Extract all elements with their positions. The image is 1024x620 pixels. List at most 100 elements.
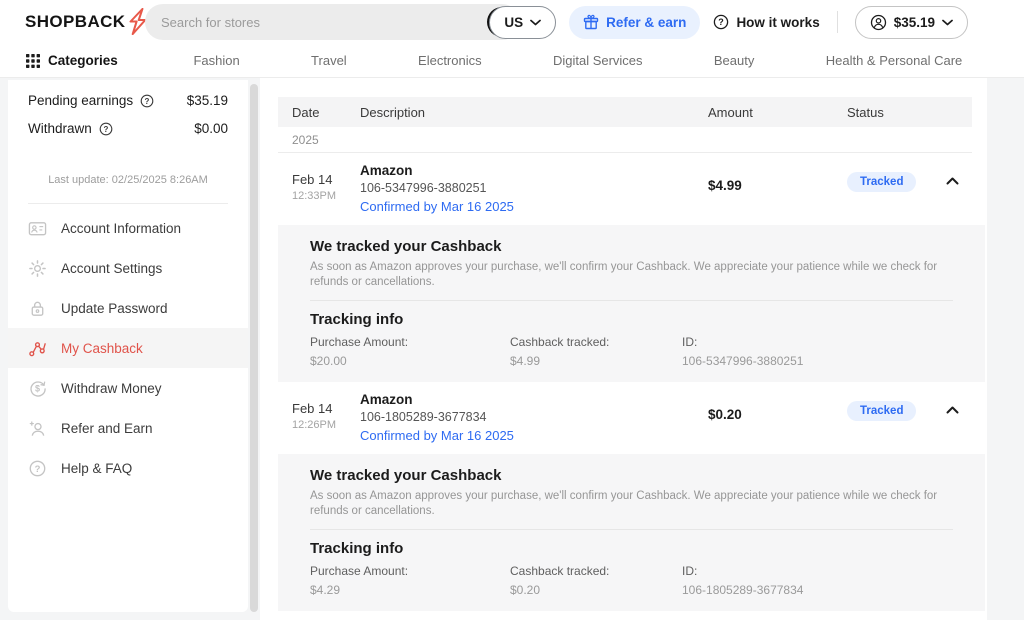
nav-item-electronics[interactable]: Electronics — [418, 53, 482, 68]
status-badge[interactable]: Tracked — [847, 401, 916, 421]
shopback-logo[interactable]: SHOPBACK — [25, 8, 150, 35]
row-amount: $0.20 — [708, 392, 847, 422]
nav-item-digital-services[interactable]: Digital Services — [553, 53, 643, 68]
sidebar-item-refer-and-earn[interactable]: Refer and Earn — [8, 408, 248, 448]
withdrawn-value: $0.00 — [194, 121, 228, 136]
chevron-down-icon — [942, 19, 953, 26]
header-divider — [837, 11, 838, 33]
grid-icon — [26, 54, 40, 68]
row-order-id: 106-1805289-3677834 — [360, 410, 708, 424]
svg-text:?: ? — [145, 96, 150, 105]
nav-item-fashion[interactable]: Fashion — [193, 53, 239, 68]
pending-earnings-value: $35.19 — [187, 93, 228, 108]
row-merchant: Amazon — [360, 392, 708, 407]
lock-icon — [28, 299, 47, 318]
cashback-table: Date Description Amount Status 2025 Feb … — [278, 97, 985, 620]
row-collapse-button[interactable] — [946, 177, 959, 185]
cashback-activity-panel: Date Description Amount Status 2025 Feb … — [260, 78, 987, 620]
column-header-amount: Amount — [708, 105, 847, 120]
sidebar-item-account-information[interactable]: Account Information — [8, 208, 248, 248]
categories-label: Categories — [48, 53, 118, 68]
tracking-info-title: Tracking info — [310, 540, 953, 557]
table-row[interactable]: Feb 14 12:20PM $30 Signup Bonus Partners… — [278, 611, 972, 620]
account-balance-menu[interactable]: $35.19 — [855, 6, 968, 39]
year-group-row: 2025 — [278, 127, 972, 153]
sidebar-item-update-password[interactable]: Update Password — [8, 288, 248, 328]
cashback-tracked-value: $0.20 — [510, 583, 682, 597]
sidebar-menu: Account Information Account Settings Upd… — [8, 208, 248, 488]
panel-description: As soon as Amazon approves your purchase… — [310, 260, 953, 290]
withdrawn-row: Withdrawn ? $0.00 — [8, 121, 248, 136]
sidebar-item-withdraw-money[interactable]: $ Withdraw Money — [8, 368, 248, 408]
column-header-status: Status — [847, 105, 932, 120]
svg-text:?: ? — [103, 124, 108, 133]
row-date: Feb 14 — [292, 163, 360, 187]
sidebar-item-label: Account Settings — [61, 261, 162, 276]
table-row[interactable]: Feb 14 12:33PM Amazon 106-5347996-388025… — [278, 153, 972, 225]
sidebar-item-label: My Cashback — [61, 341, 143, 356]
balance-amount: $35.19 — [894, 15, 935, 30]
row-merchant: Amazon — [360, 163, 708, 178]
row-date: Feb 14 — [292, 392, 360, 416]
refer-earn-label: Refer & earn — [606, 15, 686, 30]
sidebar-item-label: Account Information — [61, 221, 181, 236]
svg-text:?: ? — [35, 463, 41, 474]
column-header-description: Description — [360, 105, 708, 120]
table-row[interactable]: Feb 14 12:26PM Amazon 106-1805289-367783… — [278, 382, 972, 454]
account-sidebar: Pending earnings ? $35.19 Withdrawn ? $0… — [8, 80, 248, 612]
sidebar-item-my-cashback[interactable]: My Cashback — [8, 328, 248, 368]
row-confirm-note[interactable]: Confirmed by Mar 16 2025 — [360, 199, 708, 214]
sidebar-item-label: Refer and Earn — [61, 421, 153, 436]
sidebar-divider — [28, 203, 228, 204]
how-it-works-link[interactable]: ? How it works — [713, 14, 819, 30]
row-collapse-button[interactable] — [946, 406, 959, 414]
svg-text:?: ? — [719, 17, 725, 27]
categories-menu[interactable]: Categories — [26, 53, 118, 68]
avatar-icon — [870, 14, 887, 31]
tracking-info-title: Tracking info — [310, 311, 953, 328]
country-selector[interactable]: US — [489, 6, 556, 39]
nav-item-travel[interactable]: Travel — [311, 53, 347, 68]
last-update-timestamp: Last update: 02/25/2025 8:26AM — [8, 174, 248, 186]
pending-earnings-row: Pending earnings ? $35.19 — [8, 93, 248, 108]
table-header-row: Date Description Amount Status — [278, 97, 972, 127]
row-time: 12:33PM — [292, 190, 360, 202]
sidebar-item-help-faq[interactable]: ? Help & FAQ — [8, 448, 248, 488]
panel-description: As soon as Amazon approves your purchase… — [310, 489, 953, 519]
tracking-detail-panel: We tracked your Cashback As soon as Amaz… — [278, 225, 985, 382]
header-actions: US Refer & earn ? How it works $35.19 — [489, 5, 968, 39]
nav-links: Fashion Travel Electronics Digital Servi… — [118, 53, 998, 68]
withdrawn-label: Withdrawn — [28, 121, 92, 136]
gear-icon — [28, 259, 47, 278]
svg-text:$: $ — [35, 383, 40, 393]
info-question-icon[interactable]: ? — [99, 122, 113, 136]
row-order-id: 106-5347996-3880251 — [360, 181, 708, 195]
purchase-amount-value: $4.29 — [310, 583, 510, 597]
sidebar-scrollbar[interactable] — [250, 84, 258, 612]
person-add-icon — [28, 419, 47, 438]
tracking-id-label: ID: — [682, 564, 953, 578]
pending-earnings-label: Pending earnings — [28, 93, 133, 108]
panel-divider — [310, 300, 953, 301]
nav-item-beauty[interactable]: Beauty — [714, 53, 754, 68]
sidebar-item-label: Help & FAQ — [61, 461, 132, 476]
country-code: US — [504, 15, 523, 30]
nav-item-health-personal-care[interactable]: Health & Personal Care — [826, 53, 963, 68]
panel-title: We tracked your Cashback — [310, 238, 953, 255]
refer-earn-button[interactable]: Refer & earn — [569, 6, 700, 39]
tracking-detail-panel: We tracked your Cashback As soon as Amaz… — [278, 454, 985, 611]
category-navbar: Categories Fashion Travel Electronics Di… — [0, 44, 1024, 78]
how-it-works-label: How it works — [736, 15, 819, 30]
status-badge[interactable]: Tracked — [847, 172, 916, 192]
chevron-up-icon — [946, 177, 959, 185]
logo-text: SHOPBACK — [25, 12, 126, 32]
question-circle-icon: ? — [713, 14, 729, 30]
tracking-id-value: 106-5347996-3880251 — [682, 354, 953, 368]
sidebar-item-account-settings[interactable]: Account Settings — [8, 248, 248, 288]
sidebar-item-label: Update Password — [61, 301, 168, 316]
info-question-icon[interactable]: ? — [140, 94, 154, 108]
store-search — [145, 4, 520, 40]
top-header: SHOPBACK US Refer & earn ? — [0, 0, 1024, 44]
search-input[interactable] — [145, 15, 487, 30]
row-confirm-note[interactable]: Confirmed by Mar 16 2025 — [360, 428, 708, 443]
